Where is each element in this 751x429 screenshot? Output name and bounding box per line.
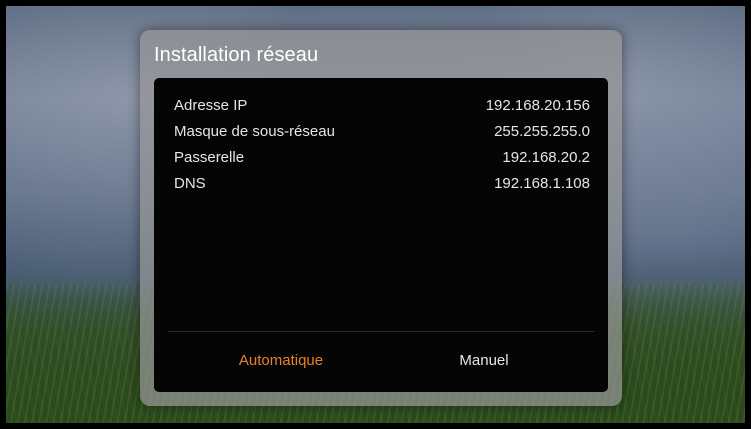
- network-info-panel: Adresse IP 192.168.20.156 Masque de sous…: [154, 78, 608, 392]
- automatic-button[interactable]: Automatique: [201, 346, 361, 376]
- info-row-gateway: Passerelle 192.168.20.2: [174, 144, 590, 170]
- manual-button[interactable]: Manuel: [404, 346, 564, 376]
- info-row-subnet-mask: Masque de sous-réseau 255.255.255.0: [174, 118, 590, 144]
- info-label: Adresse IP: [174, 96, 248, 114]
- info-row-ip-address: Adresse IP 192.168.20.156: [174, 92, 590, 118]
- info-row-dns: DNS 192.168.1.108: [174, 170, 590, 196]
- info-value: 192.168.20.156: [485, 96, 590, 114]
- info-label: Masque de sous-réseau: [174, 122, 335, 140]
- divider: [168, 331, 594, 332]
- info-value: 192.168.20.2: [502, 148, 590, 166]
- info-label: Passerelle: [174, 148, 245, 166]
- network-info-list: Adresse IP 192.168.20.156 Masque de sous…: [174, 92, 590, 196]
- dialog-title: Installation réseau: [154, 44, 319, 66]
- info-label: DNS: [174, 174, 206, 192]
- info-value: 255.255.255.0: [494, 122, 590, 140]
- tv-screen: Installation réseau Adresse IP 192.168.2…: [6, 6, 745, 423]
- network-setup-dialog: Installation réseau Adresse IP 192.168.2…: [140, 30, 622, 406]
- info-value: 192.168.1.108: [494, 174, 590, 192]
